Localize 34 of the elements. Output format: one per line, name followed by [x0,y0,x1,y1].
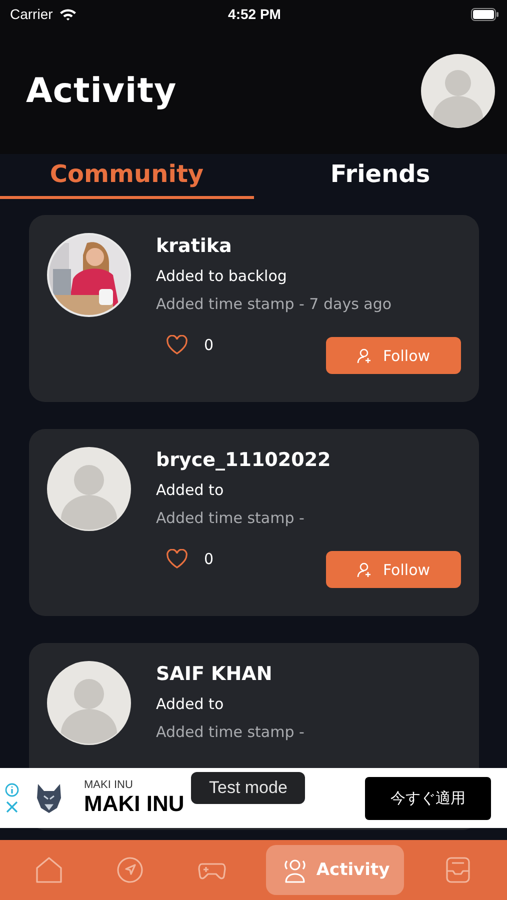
like-count: 0 [204,550,214,568]
ad-headline: MAKI INU [84,791,184,817]
add-person-icon [356,562,373,578]
info-icon[interactable] [5,783,19,797]
follow-button[interactable]: Follow [326,551,461,588]
like-count: 0 [204,336,214,354]
username: bryce_11102022 [156,449,332,471]
heart-icon[interactable] [166,334,188,354]
follow-button[interactable]: Follow [326,337,461,374]
advertiser-name: MAKI INU [84,779,134,791]
carrier-label: Carrier [10,6,53,22]
tab[interactable]: Friends [254,154,507,199]
timestamp: Added time stamp - [156,723,306,741]
test-mode-toast: Test mode [191,772,306,804]
username: kratika [156,235,233,257]
compass-icon [115,855,146,885]
activity-text: Added to [156,695,225,713]
wolf-logo-icon [36,782,62,814]
timestamp: Added time stamp - [156,509,306,527]
username: SAIF KHAN [156,663,274,685]
heart-icon[interactable] [166,548,188,568]
clock-time: 4:52 PM [228,6,281,22]
add-person-icon [356,348,373,364]
tab[interactable]: Community [0,154,254,199]
profile-avatar[interactable] [421,54,495,128]
wifi-icon [58,8,77,20]
timestamp: Added time stamp - 7 days ago [156,295,393,313]
apply-button[interactable]: 今すぐ適用 [365,776,491,820]
page-title: Activity [26,71,177,111]
close-icon[interactable] [6,801,18,813]
activity-text: Added to backlog [156,267,288,285]
activity-text: Added to [156,481,225,499]
home-icon [34,855,64,885]
battery-icon [470,8,499,20]
